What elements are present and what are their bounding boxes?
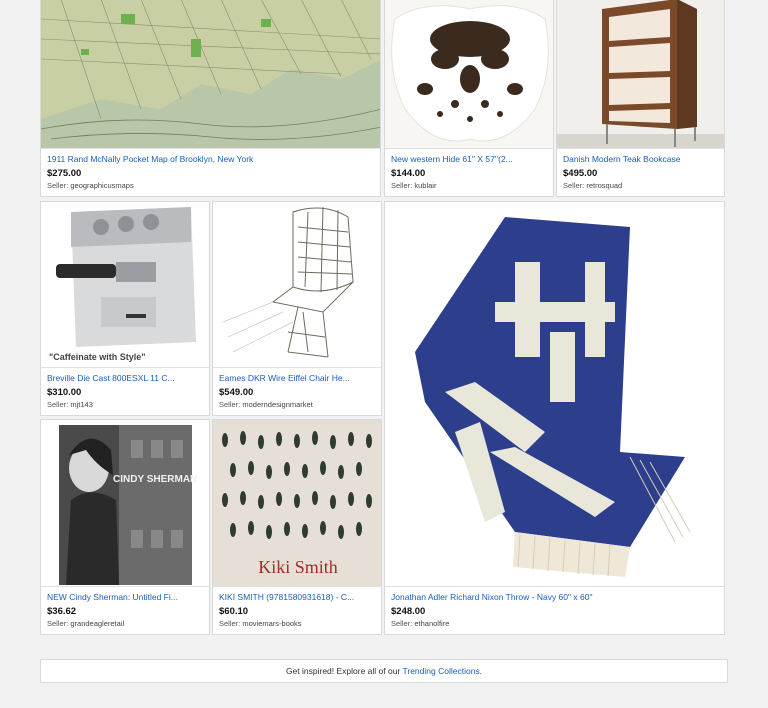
item-price: $310.00 xyxy=(47,387,82,398)
seller-name[interactable]: moviemars-books xyxy=(242,619,301,628)
seller-label: Seller: xyxy=(563,181,585,190)
item-info: NEW Cindy Sherman: Untitled Fi... $36.62… xyxy=(41,586,209,634)
seller-name[interactable]: grandeagleretail xyxy=(70,619,124,628)
item-title-link[interactable]: Breville Die Cast 800ESXL 11 C... xyxy=(47,373,203,384)
trending-collections-banner: Get inspired! Explore all of our Trendin… xyxy=(40,659,728,683)
item-info: Jonathan Adler Richard Nixon Throw - Nav… xyxy=(385,586,724,634)
seller-name[interactable]: moderndesignmarket xyxy=(242,400,312,409)
item-info: Danish Modern Teak Bookcase $495.00 Sell… xyxy=(557,148,724,196)
item-card[interactable]: Eames DKR Wire Eiffel Chair He... $549.0… xyxy=(212,201,382,416)
seller-label: Seller: xyxy=(219,619,241,628)
item-title-link[interactable]: Jonathan Adler Richard Nixon Throw - Nav… xyxy=(391,592,718,603)
seller-label: Seller: xyxy=(391,181,413,190)
item-price: $248.00 xyxy=(391,606,426,617)
item-seller: Seller: grandeagleretail xyxy=(47,619,203,629)
seller-name[interactable]: mjt143 xyxy=(70,400,93,409)
item-title-link[interactable]: Eames DKR Wire Eiffel Chair He... xyxy=(219,373,375,384)
item-price: $144.00 xyxy=(391,168,426,179)
item-seller: Seller: moviemars-books xyxy=(219,619,375,629)
book-cover-text: Kiki Smith xyxy=(258,557,338,577)
trending-collections-link[interactable]: Trending Collections xyxy=(403,666,480,676)
item-card[interactable]: Kiki Smith KIKI SMITH (9781580931618) - … xyxy=(212,419,382,635)
book-cover-text: CINDY SHERMAN xyxy=(113,474,197,485)
seller-name[interactable]: ethanolfire xyxy=(414,619,449,628)
item-card[interactable]: Danish Modern Teak Bookcase $495.00 Sell… xyxy=(556,0,725,197)
item-image-chair[interactable] xyxy=(213,202,381,369)
item-info: New western Hide 61'' X 57''(2... $144.0… xyxy=(385,148,553,196)
item-image-throw[interactable] xyxy=(385,202,724,588)
item-price: $549.00 xyxy=(219,387,254,398)
item-title-link[interactable]: KIKI SMITH (9781580931618) - C... xyxy=(219,592,375,603)
item-title-link[interactable]: 1911 Rand McNally Pocket Map of Brooklyn… xyxy=(47,154,374,165)
item-card[interactable]: New western Hide 61'' X 57''(2... $144.0… xyxy=(384,0,554,197)
item-info: Breville Die Cast 800ESXL 11 C... $310.0… xyxy=(41,367,209,415)
seller-label: Seller: xyxy=(391,619,413,628)
seller-name[interactable]: kublair xyxy=(414,181,436,190)
item-seller: Seller: moderndesignmarket xyxy=(219,400,375,410)
item-title-link[interactable]: NEW Cindy Sherman: Untitled Fi... xyxy=(47,592,203,603)
seller-label: Seller: xyxy=(47,181,69,190)
item-card[interactable]: 1911 Rand McNally Pocket Map of Brooklyn… xyxy=(40,0,381,197)
item-card[interactable]: "Caffeinate with Style" Breville Die Cas… xyxy=(40,201,210,416)
item-info: 1911 Rand McNally Pocket Map of Brooklyn… xyxy=(41,148,380,196)
banner-prefix-text: Get inspired! Explore all of our xyxy=(285,666,403,676)
item-image-book-kiki[interactable]: Kiki Smith xyxy=(213,420,381,588)
item-price: $36.62 xyxy=(47,606,77,617)
item-card[interactable]: Jonathan Adler Richard Nixon Throw - Nav… xyxy=(384,201,725,635)
item-seller: Seller: ethanolfire xyxy=(391,619,718,629)
banner-suffix-text: . xyxy=(479,666,483,676)
item-seller: Seller: geographicusmaps xyxy=(47,181,374,191)
item-price: $60.10 xyxy=(219,606,249,617)
item-seller: Seller: kublair xyxy=(391,181,547,191)
seller-label: Seller: xyxy=(47,400,69,409)
seller-name[interactable]: geographicusmaps xyxy=(70,181,133,190)
seller-name[interactable]: retrosquad xyxy=(586,181,622,190)
image-caption: "Caffeinate with Style" xyxy=(47,351,148,363)
item-price: $495.00 xyxy=(563,168,598,179)
item-image-map[interactable] xyxy=(41,0,380,150)
item-image-book-sherman[interactable]: CINDY SHERMAN xyxy=(41,420,209,588)
item-price: $275.00 xyxy=(47,168,82,179)
item-image-hide[interactable] xyxy=(385,0,553,150)
item-seller: Seller: retrosquad xyxy=(563,181,718,191)
item-info: Eames DKR Wire Eiffel Chair He... $549.0… xyxy=(213,367,381,415)
item-image-espresso[interactable]: "Caffeinate with Style" xyxy=(41,202,209,369)
seller-label: Seller: xyxy=(47,619,69,628)
seller-label: Seller: xyxy=(219,400,241,409)
item-seller: Seller: mjt143 xyxy=(47,400,203,410)
item-card[interactable]: CINDY SHERMAN NEW Cindy Sherman: Untitle… xyxy=(40,419,210,635)
item-info: KIKI SMITH (9781580931618) - C... $60.10… xyxy=(213,586,381,634)
item-image-bookcase[interactable] xyxy=(557,0,724,150)
item-title-link[interactable]: Danish Modern Teak Bookcase xyxy=(563,154,718,165)
item-title-link[interactable]: New western Hide 61'' X 57''(2... xyxy=(391,154,547,165)
